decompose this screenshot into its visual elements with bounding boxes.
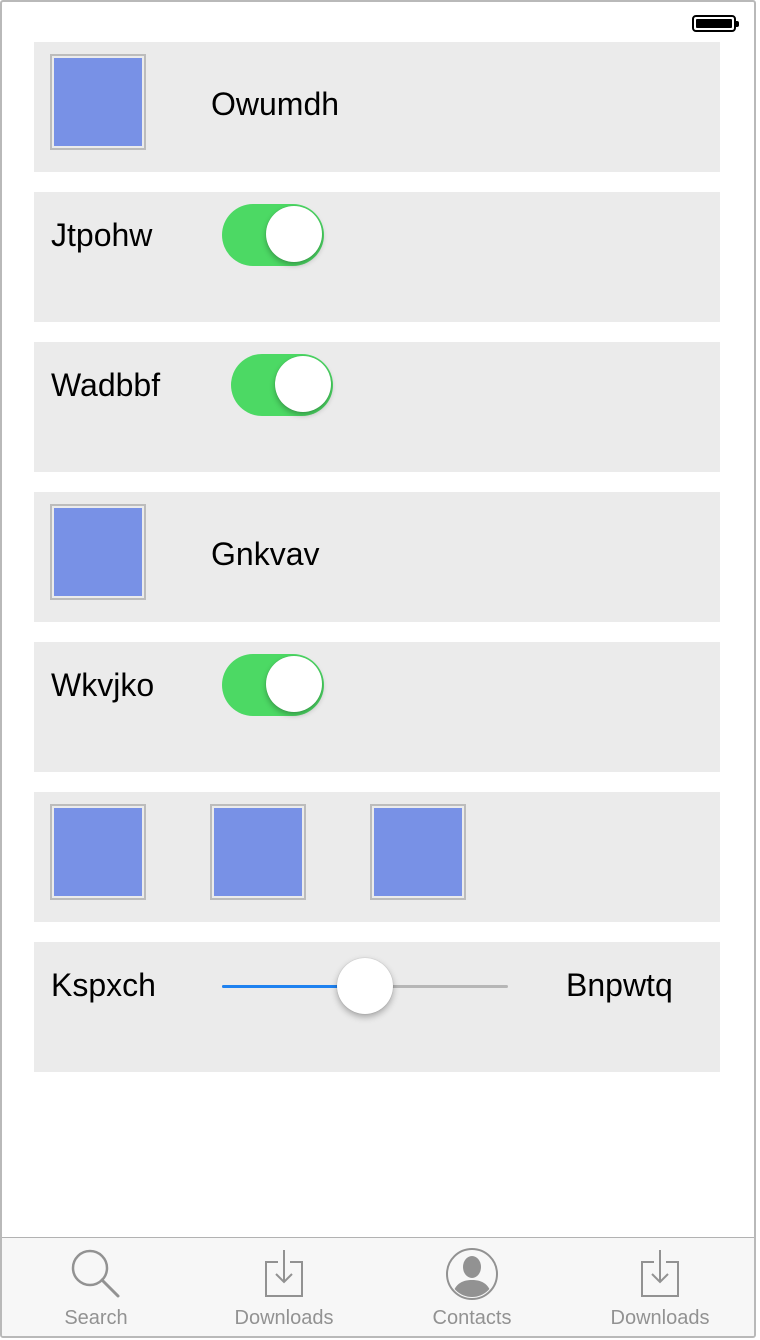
slider-thumb[interactable]: [337, 958, 393, 1014]
downloads-icon: [265, 1250, 303, 1297]
app-screen: Owumdh Jtpohw Wadbbf Gnkvav Wkvjko Kspxc…: [0, 0, 756, 1338]
row-label: Gnkvav: [211, 536, 320, 572]
battery-full-icon: [692, 15, 739, 32]
switch-row-wadbbf: Wadbbf: [34, 342, 720, 472]
tab-downloads[interactable]: Downloads: [190, 1238, 378, 1336]
downloads-icon: [641, 1250, 679, 1297]
image-label-row-1: Owumdh: [34, 42, 720, 172]
toggle-switch[interactable]: [231, 354, 333, 416]
tab-label: Search: [64, 1307, 128, 1329]
slider-max-label: Bnpwtq: [566, 967, 673, 1003]
toggle-switch[interactable]: [222, 654, 324, 716]
tab-bar: Search Downloads Contacts Downloads: [2, 1237, 754, 1336]
row-label: Owumdh: [211, 86, 340, 122]
tab-label: Downloads: [234, 1307, 334, 1329]
switch-knob: [275, 356, 331, 412]
row-label: Wkvjko: [51, 667, 155, 703]
row-label: Wadbbf: [51, 367, 161, 403]
toggle-switch[interactable]: [222, 204, 324, 266]
slider-row: Kspxch Bnpwtq: [34, 942, 720, 1072]
switch-row-wkvjko: Wkvjko: [34, 642, 720, 772]
contacts-icon: [446, 1248, 498, 1300]
tab-label: Contacts: [432, 1307, 512, 1329]
image-label-row-2: Gnkvav: [34, 492, 720, 622]
image-thumbnail: [50, 804, 146, 900]
images-row: [34, 792, 720, 922]
tab-contacts[interactable]: Contacts: [378, 1238, 566, 1336]
switch-knob: [266, 206, 322, 262]
value-slider[interactable]: [222, 956, 508, 1016]
row-label: Jtpohw: [51, 217, 153, 253]
image-thumbnail: [210, 804, 306, 900]
image-thumbnail: [50, 504, 146, 600]
slider-min-label: Kspxch: [51, 967, 156, 1003]
switch-knob: [266, 656, 322, 712]
tab-downloads-2[interactable]: Downloads: [566, 1238, 754, 1336]
search-icon: [71, 1249, 120, 1298]
image-thumbnail: [50, 54, 146, 150]
image-thumbnail: [370, 804, 466, 900]
switch-row-jtpohw: Jtpohw: [34, 192, 720, 322]
tab-search[interactable]: Search: [2, 1238, 190, 1336]
tab-label: Downloads: [610, 1307, 710, 1329]
